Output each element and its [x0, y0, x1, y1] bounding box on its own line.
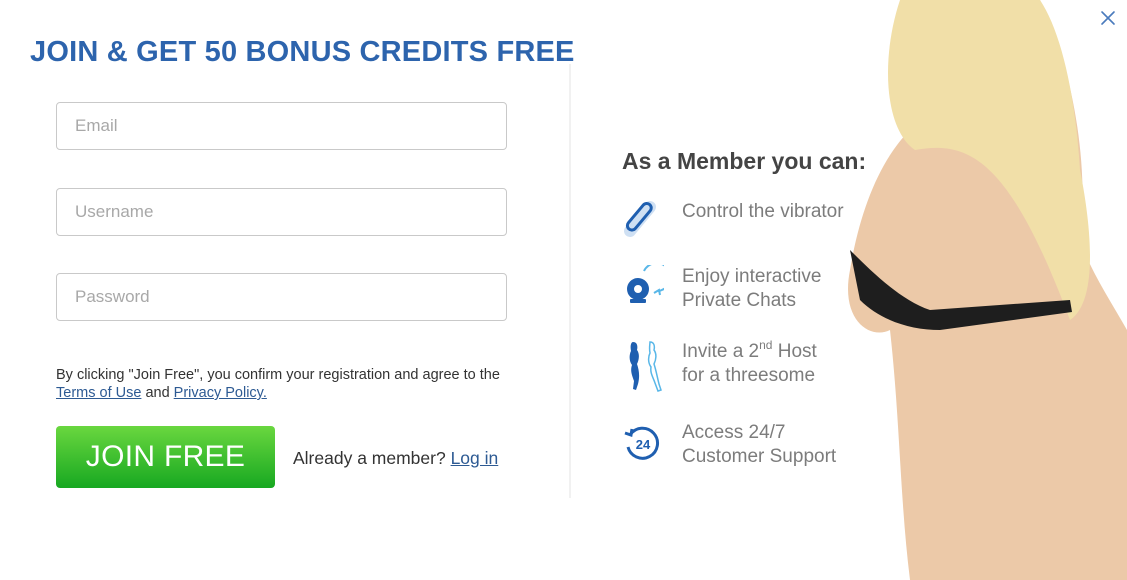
promo-photo	[848, 0, 1127, 580]
terms-and-text: and	[141, 385, 174, 401]
vibrator-icon	[624, 201, 656, 237]
benefit-line: for a threesome	[682, 365, 816, 386]
benefit-text: Enjoy interactive Private Chats	[682, 265, 821, 313]
svg-text:24: 24	[636, 437, 651, 452]
benefit-line: Enjoy interactive	[682, 266, 822, 287]
webcam-chat-icon	[627, 265, 664, 303]
benefit-text: Control the vibrator	[682, 200, 844, 224]
benefit-text: Invite a 2nd Host for a threesome	[682, 338, 817, 388]
benefit-line-pre: Invite a 2	[682, 341, 760, 362]
benefit-text: Access 24/7 Customer Support	[682, 421, 836, 469]
benefits-title: As a Member you can:	[622, 148, 867, 174]
email-input[interactable]	[56, 102, 507, 150]
join-free-button[interactable]: JOIN FREE	[56, 426, 275, 488]
benefit-line: Control the vibrator	[682, 201, 844, 222]
member-prompt-text: Already a member?	[293, 448, 451, 468]
benefit-line: Private Chats	[682, 290, 797, 311]
login-prompt: Already a member? Log in	[293, 448, 498, 469]
terms-notice: By clicking "Join Free", you confirm you…	[56, 366, 506, 402]
two-hosts-icon	[629, 341, 662, 392]
privacy-policy-link[interactable]: Privacy Policy.	[174, 385, 267, 401]
benefit-line: Invite a 2nd Host	[682, 338, 817, 364]
column-divider	[569, 64, 571, 498]
modal-title: JOIN & GET 50 BONUS CREDITS FREE	[30, 36, 575, 68]
username-input[interactable]	[56, 188, 507, 236]
benefit-line: Access 24/7	[682, 422, 786, 443]
benefit-line: Customer Support	[682, 446, 837, 467]
close-icon[interactable]	[1098, 8, 1118, 28]
ordinal-suffix: nd	[759, 338, 773, 352]
terms-of-use-link[interactable]: Terms of Use	[56, 385, 141, 401]
signup-modal: JOIN & GET 50 BONUS CREDITS FREE By clic…	[0, 0, 1127, 580]
benefit-line-post: Host	[772, 341, 817, 362]
login-link[interactable]: Log in	[451, 448, 499, 468]
terms-text: By clicking "Join Free", you confirm you…	[56, 367, 500, 383]
support-24-icon: 24	[624, 426, 660, 460]
password-input[interactable]	[56, 273, 507, 321]
